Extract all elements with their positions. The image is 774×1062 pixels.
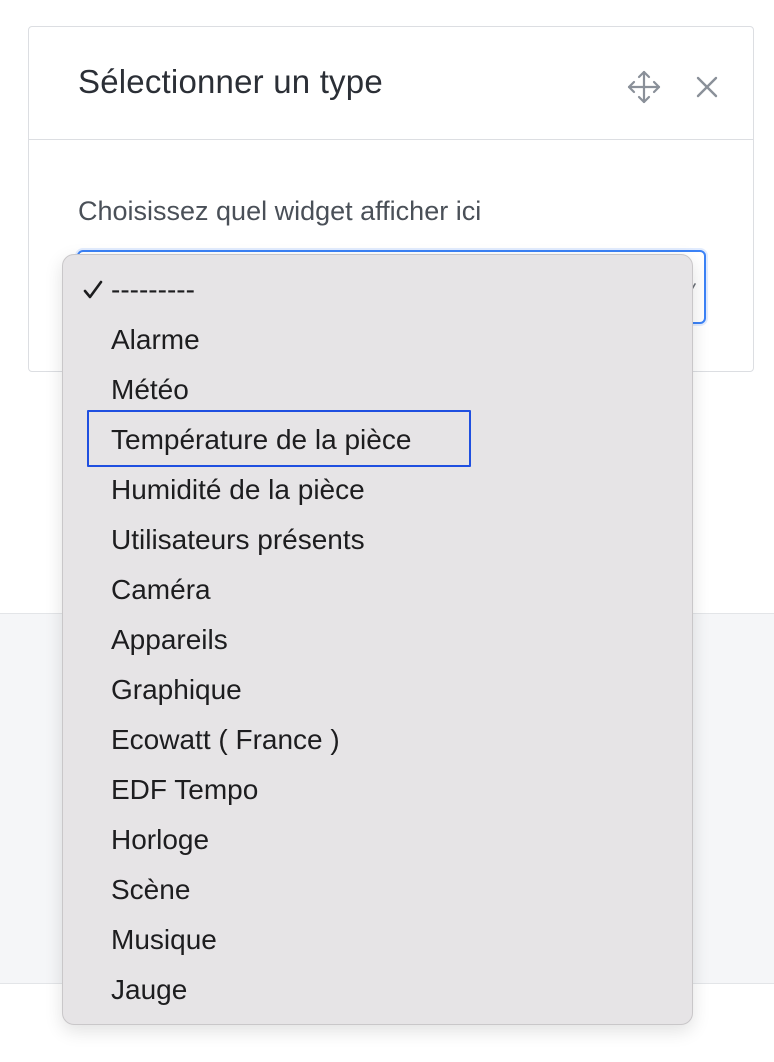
dropdown-option-jauge[interactable]: Jauge xyxy=(111,965,187,1015)
dropdown-option-alarme[interactable]: Alarme xyxy=(111,315,200,365)
dropdown-option-meteo[interactable]: Météo xyxy=(111,365,189,415)
dropdown-option-camera[interactable]: Caméra xyxy=(111,565,211,615)
dropdown-option-appareils[interactable]: Appareils xyxy=(111,615,228,665)
widget-type-dropdown: --------- Alarme Météo Température de la… xyxy=(62,254,693,1025)
dropdown-option-musique[interactable]: Musique xyxy=(111,915,217,965)
dropdown-option-scene[interactable]: Scène xyxy=(111,865,190,915)
dropdown-option-humidite[interactable]: Humidité de la pièce xyxy=(111,465,365,515)
widget-type-label: Choisissez quel widget afficher ici xyxy=(78,196,482,226)
dropdown-option-temperature[interactable]: Température de la pièce xyxy=(111,415,411,465)
checkmark-icon xyxy=(83,280,103,299)
dropdown-option-horloge[interactable]: Horloge xyxy=(111,815,209,865)
close-icon[interactable] xyxy=(692,72,722,102)
dropdown-option-utilisateurs[interactable]: Utilisateurs présents xyxy=(111,515,365,565)
dropdown-option-ecowatt[interactable]: Ecowatt ( France ) xyxy=(111,715,340,765)
dropdown-option-empty[interactable]: --------- xyxy=(111,265,195,315)
dropdown-option-graphique[interactable]: Graphique xyxy=(111,665,242,715)
dialog-header: Sélectionner un type xyxy=(29,27,753,140)
move-icon[interactable] xyxy=(626,69,662,105)
dialog-title: Sélectionner un type xyxy=(78,63,383,100)
dropdown-option-edf-tempo[interactable]: EDF Tempo xyxy=(111,765,258,815)
